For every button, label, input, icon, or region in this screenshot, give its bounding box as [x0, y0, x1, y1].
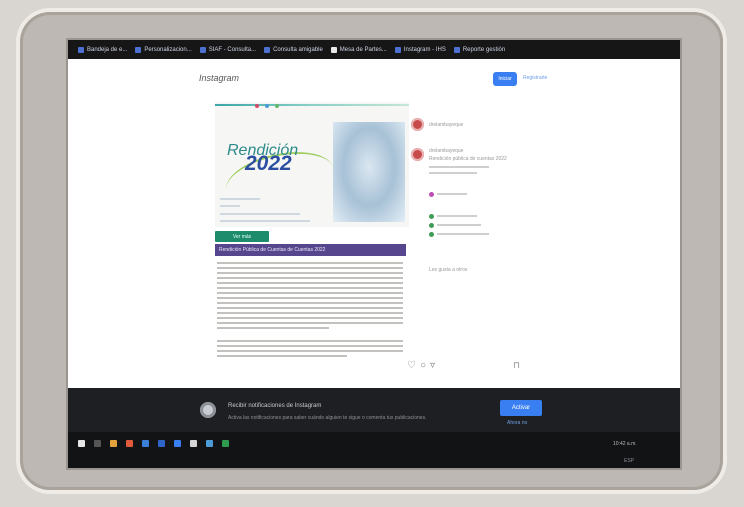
notification-banner: Recibir notificaciones de Instagram Acti…: [68, 388, 680, 432]
bookmark-icon: [135, 46, 142, 53]
pin-icon: [429, 223, 434, 228]
pin-icon: [429, 214, 434, 219]
bookmark-item[interactable]: Instagram - IHS: [394, 46, 446, 53]
banner-text-line: [220, 220, 310, 222]
banner-stripe: [215, 104, 409, 106]
bookmarks-bar: Bandeja de e... Personalizacion... SIAF …: [68, 40, 680, 59]
post-actions: ♡ ○ ▿: [407, 360, 435, 371]
banner-photo: [333, 122, 405, 222]
taskbar: 10:42 a.m. ESP: [68, 432, 680, 468]
bookmark-icon: [264, 46, 271, 53]
comment-line: [429, 166, 489, 168]
folder-icon[interactable]: [110, 440, 117, 447]
post-caption-paragraph: [217, 262, 403, 332]
excel-icon[interactable]: [222, 440, 229, 447]
login-button[interactable]: Iniciar: [493, 72, 517, 86]
bookmark-item[interactable]: Bandeja de e...: [78, 46, 127, 53]
banner-text-line: [220, 205, 240, 207]
instagram-icon: [200, 402, 216, 418]
post-image[interactable]: Rendición 2022: [215, 102, 409, 227]
bookmark-item[interactable]: Consulta amigable: [264, 46, 323, 53]
bookmark-item[interactable]: Mesa de Partes...: [330, 46, 387, 53]
comment-text: Rendición pública de cuentas 2022: [429, 156, 507, 162]
app-icon[interactable]: [206, 440, 213, 447]
comment-user[interactable]: drelambayeque: [429, 148, 463, 154]
bookmark-icon: [394, 46, 401, 53]
app-icon[interactable]: [174, 440, 181, 447]
bookmark-icon: [78, 46, 84, 53]
comment-avatar[interactable]: [411, 148, 424, 161]
notification-title: Recibir notificaciones de Instagram: [228, 403, 322, 409]
not-now-link[interactable]: Ahora no: [507, 420, 527, 426]
bookmark-icon: [199, 46, 206, 53]
clock[interactable]: 10:42 a.m.: [613, 441, 637, 447]
instagram-header: Instagram Iniciar Registrarte: [68, 59, 680, 101]
save-icon[interactable]: ⊓: [513, 360, 520, 371]
hashtag-line: [437, 193, 467, 195]
app-icon[interactable]: [190, 440, 197, 447]
bookmark-icon: [330, 46, 337, 53]
account-avatar[interactable]: [411, 118, 424, 131]
signup-link[interactable]: Registrarte: [523, 75, 547, 81]
heart-icon[interactable]: ♡: [407, 360, 416, 371]
banner-year: 2022: [245, 152, 292, 175]
start-icon[interactable]: [78, 440, 85, 447]
browser-screen: Bandeja de e... Personalizacion... SIAF …: [68, 40, 680, 468]
info-line: [437, 233, 489, 235]
share-icon[interactable]: ▿: [430, 360, 435, 371]
info-line: [437, 224, 481, 226]
likes-text: Les gusta a otros: [429, 267, 468, 273]
comment-icon[interactable]: ○: [420, 360, 426, 371]
instagram-logo[interactable]: Instagram: [199, 73, 239, 83]
bookmark-item[interactable]: SIAF - Consulta...: [199, 46, 256, 53]
banner-text-line: [220, 213, 300, 215]
language-indicator[interactable]: ESP: [624, 458, 634, 464]
search-icon[interactable]: [94, 440, 101, 447]
banner-text-line: [220, 198, 260, 200]
banner-dot: [265, 104, 269, 108]
post-more-button[interactable]: Ver más: [215, 231, 269, 242]
post-caption-paragraph: [217, 340, 403, 360]
banner-dot: [275, 104, 279, 108]
account-name[interactable]: drelambayeque: [429, 122, 463, 128]
pin-icon: [429, 232, 434, 237]
bookmark-icon: [453, 46, 460, 53]
notification-body: Activa las notificaciones para saber cuá…: [228, 415, 427, 421]
enable-notifications-button[interactable]: Activar: [500, 400, 542, 416]
word-icon[interactable]: [158, 440, 165, 447]
post-caption-bar: Rendición Pública de Cuentas de Cuentas …: [215, 244, 406, 256]
bookmark-item[interactable]: Personalizacion...: [135, 46, 192, 53]
banner-dot: [255, 104, 259, 108]
hashtag-icon: [429, 192, 434, 197]
info-line: [437, 215, 477, 217]
chrome-icon[interactable]: [126, 440, 133, 447]
edge-icon[interactable]: [142, 440, 149, 447]
comment-line: [429, 172, 477, 174]
bookmark-item[interactable]: Reporte gestión: [453, 46, 505, 53]
